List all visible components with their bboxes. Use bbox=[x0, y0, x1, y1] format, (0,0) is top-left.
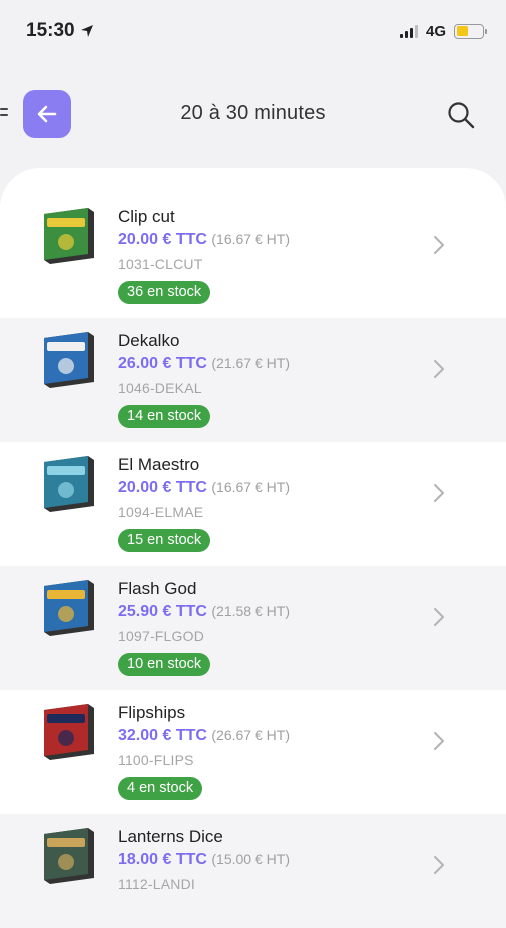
status-indicators: 4G bbox=[399, 22, 487, 40]
price-ht: (26.67 € HT) bbox=[211, 727, 290, 743]
game-box-image bbox=[44, 828, 94, 884]
product-thumbnail bbox=[38, 700, 98, 762]
network-label: 4G bbox=[425, 22, 446, 40]
chevron-right-icon bbox=[432, 358, 446, 380]
product-info: Dekalko 26.00 € TTC (21.67 € HT) 1046-DE… bbox=[118, 331, 290, 428]
game-box-image bbox=[44, 456, 94, 512]
product-info: Flipships 32.00 € TTC (26.67 € HT) 1100-… bbox=[118, 703, 290, 800]
product-info: Clip cut 20.00 € TTC (16.67 € HT) 1031-C… bbox=[118, 207, 290, 304]
clock: 15:30 bbox=[26, 20, 94, 42]
product-name: Lanterns Dice bbox=[118, 827, 223, 846]
product-sku: 1112-LANDI bbox=[118, 876, 195, 892]
price-ttc: 32.00 € TTC bbox=[118, 727, 207, 744]
chevron-right-icon bbox=[432, 854, 446, 876]
product-price: 32.00 € TTC (26.67 € HT) bbox=[118, 727, 290, 752]
battery-icon bbox=[454, 23, 487, 39]
chevron-right-icon bbox=[432, 234, 446, 256]
product-row[interactable]: Lanterns Dice 18.00 € TTC (15.00 € HT) 1… bbox=[0, 814, 506, 928]
stock-badge: 36 en stock bbox=[118, 281, 211, 304]
product-sku: 1094-ELMAE bbox=[118, 504, 204, 520]
product-info: Lanterns Dice 18.00 € TTC (15.00 € HT) 1… bbox=[118, 827, 290, 900]
stock-badge: 15 en stock bbox=[118, 529, 211, 552]
price-ht: (15.00 € HT) bbox=[211, 851, 290, 867]
stock-badge: 10 en stock bbox=[118, 653, 211, 676]
product-thumbnail bbox=[38, 824, 98, 886]
product-info: Flash God 25.90 € TTC (21.58 € HT) 1097-… bbox=[118, 579, 290, 676]
product-sku: 1097-FLGOD bbox=[118, 628, 205, 644]
search-icon bbox=[448, 102, 475, 129]
product-sku: 1031-CLCUT bbox=[118, 256, 203, 272]
product-row[interactable]: El Maestro 20.00 € TTC (16.67 € HT) 1094… bbox=[0, 442, 506, 566]
location-arrow-icon bbox=[80, 25, 93, 37]
product-row[interactable]: Dekalko 26.00 € TTC (21.67 € HT) 1046-DE… bbox=[0, 318, 506, 442]
stock-badge: 14 en stock bbox=[118, 405, 211, 428]
game-box-image bbox=[44, 704, 94, 760]
product-price: 25.90 € TTC (21.58 € HT) bbox=[118, 603, 290, 628]
chevron-right-icon bbox=[432, 482, 446, 504]
product-name: Flipships bbox=[118, 703, 186, 722]
product-row[interactable]: Flipships 32.00 € TTC (26.67 € HT) 1100-… bbox=[0, 690, 506, 814]
product-thumbnail bbox=[38, 452, 98, 514]
price-ht: (16.67 € HT) bbox=[211, 231, 290, 247]
stock-badge: 4 en stock bbox=[118, 777, 203, 800]
price-ttc: 18.00 € TTC bbox=[118, 851, 207, 868]
game-box-image bbox=[44, 332, 94, 388]
price-ttc: 25.90 € TTC bbox=[118, 603, 207, 620]
product-name: Dekalko bbox=[118, 331, 180, 350]
chevron-right-icon bbox=[432, 730, 446, 752]
product-price: 20.00 € TTC (16.67 € HT) bbox=[118, 231, 290, 256]
signal-icon bbox=[399, 24, 418, 38]
game-box-image bbox=[44, 208, 94, 264]
product-list: Clip cut 20.00 € TTC (16.67 € HT) 1031-C… bbox=[0, 194, 506, 928]
product-price: 20.00 € TTC (16.67 € HT) bbox=[118, 479, 290, 504]
price-ht: (16.67 € HT) bbox=[211, 479, 290, 495]
time-label: 15:30 bbox=[26, 20, 75, 41]
battery-level bbox=[456, 26, 468, 36]
product-name: El Maestro bbox=[118, 455, 200, 474]
product-info: El Maestro 20.00 € TTC (16.67 € HT) 1094… bbox=[118, 455, 290, 552]
product-name: Clip cut bbox=[118, 207, 175, 226]
product-list-panel: Clip cut 20.00 € TTC (16.67 € HT) 1031-C… bbox=[0, 168, 506, 928]
product-sku: 1046-DEKAL bbox=[118, 380, 202, 396]
price-ht: (21.58 € HT) bbox=[211, 603, 290, 619]
status-bar: 15:30 4G bbox=[0, 0, 506, 62]
product-price: 18.00 € TTC (15.00 € HT) bbox=[118, 851, 290, 876]
product-row[interactable]: Clip cut 20.00 € TTC (16.67 € HT) 1031-C… bbox=[0, 194, 506, 318]
product-thumbnail bbox=[38, 576, 98, 638]
price-ttc: 20.00 € TTC bbox=[118, 479, 207, 496]
product-name: Flash God bbox=[118, 579, 197, 598]
price-ttc: 26.00 € TTC bbox=[118, 355, 207, 372]
product-price: 26.00 € TTC (21.67 € HT) bbox=[118, 355, 290, 380]
price-ht: (21.67 € HT) bbox=[211, 355, 290, 371]
page-title: 20 à 30 minutes bbox=[180, 102, 326, 124]
search-button[interactable] bbox=[444, 98, 478, 132]
product-row[interactable]: Flash God 25.90 € TTC (21.58 € HT) 1097-… bbox=[0, 566, 506, 690]
product-thumbnail bbox=[38, 328, 98, 390]
chevron-right-icon bbox=[432, 606, 446, 628]
game-box-image bbox=[44, 580, 94, 636]
price-ttc: 20.00 € TTC bbox=[118, 231, 207, 248]
product-thumbnail bbox=[38, 204, 98, 266]
header: 20 à 30 minutes bbox=[0, 86, 506, 144]
product-sku: 1100-FLIPS bbox=[118, 752, 194, 768]
